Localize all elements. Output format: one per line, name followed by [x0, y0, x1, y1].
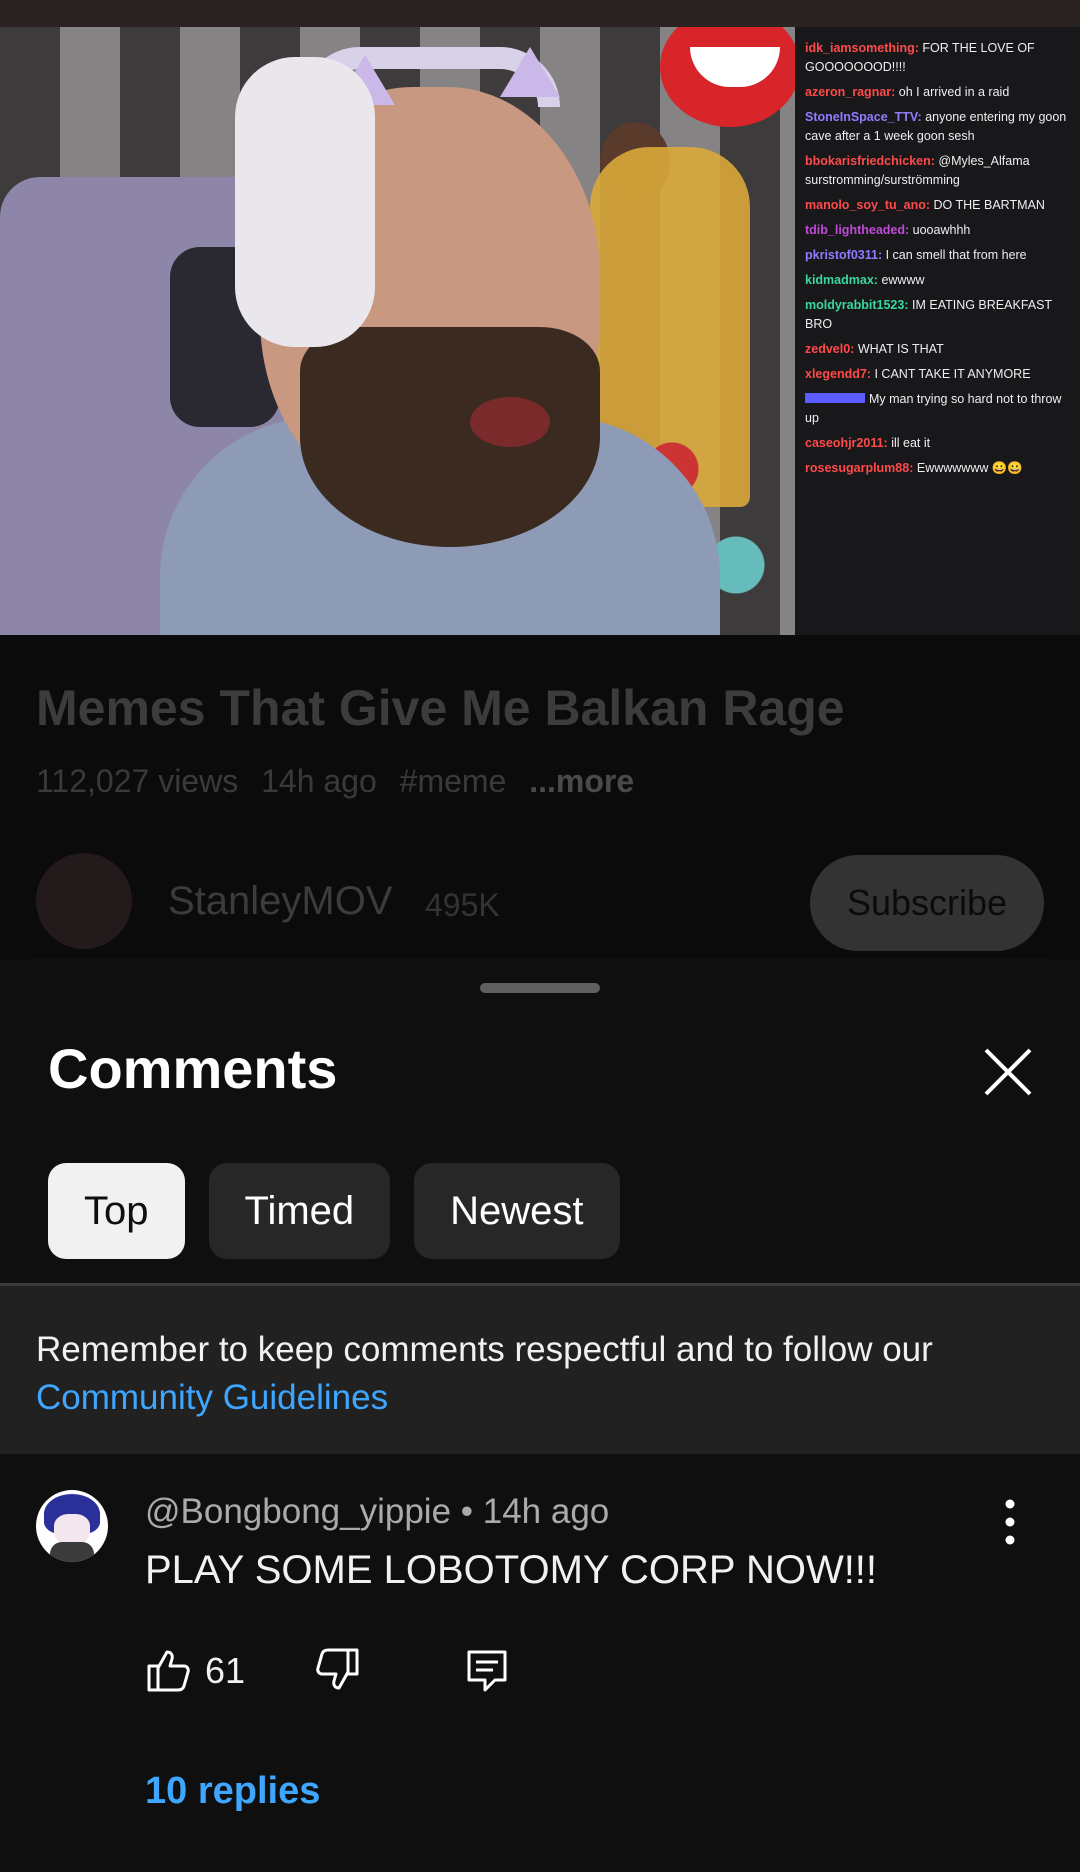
- close-icon: [984, 1048, 1032, 1096]
- chat-username: rosesugarplum88:: [805, 461, 914, 475]
- chat-text: ewwww: [881, 273, 925, 287]
- view-replies-button[interactable]: 10 replies: [145, 1770, 320, 1813]
- chat-message: My man trying so hard not to throw up: [805, 390, 1070, 428]
- filter-chip-timed[interactable]: Timed: [208, 1163, 391, 1259]
- chat-username: manolo_soy_tu_ano:: [805, 198, 931, 212]
- cat-ear-right: [500, 47, 560, 97]
- comment-actions: 61: [145, 1646, 545, 1698]
- channel-subscriber-count: 495K: [425, 887, 500, 923]
- dislike-button[interactable]: [313, 1646, 361, 1694]
- thumbs-up-icon: [147, 1650, 190, 1692]
- chat-message: caseohjr2011: ill eat it: [805, 434, 1070, 453]
- chat-username: bbokarisfriedchicken:: [805, 154, 935, 168]
- chat-username: tdib_lightheaded:: [805, 223, 910, 237]
- chat-username: kidmadmax:: [805, 273, 878, 287]
- comment-text: PLAY SOME LOBOTOMY CORP NOW!!!: [145, 1548, 878, 1592]
- video-title[interactable]: Memes That Give Me Balkan Rage: [36, 679, 845, 737]
- chat-text: I can smell that from here: [885, 248, 1027, 262]
- comment-filter-chips: Top Timed Newest: [48, 1163, 620, 1259]
- chat-username: moldyrabbit1523:: [805, 298, 909, 312]
- chat-message: zedvel0: WHAT IS THAT: [805, 340, 1070, 359]
- chat-message: manolo_soy_tu_ano: DO THE BARTMAN: [805, 196, 1070, 215]
- chat-message: kidmadmax: ewwww: [805, 271, 1070, 290]
- chat-message: StoneInSpace_TTV: anyone entering my goo…: [805, 108, 1070, 146]
- video-player[interactable]: idk_iamsomething: FOR THE LOVE OF GOOOOO…: [0, 27, 1080, 635]
- reply-button[interactable]: [463, 1646, 511, 1694]
- chat-username: pkristof0311:: [805, 248, 883, 262]
- chat-text: WHAT IS THAT: [857, 342, 944, 356]
- comment-icon: [467, 1650, 507, 1692]
- chat-message: rosesugarplum88: Ewwwwwww 😀😀: [805, 459, 1070, 478]
- chat-username: azeron_ragnar:: [805, 85, 896, 99]
- more-vert-icon: [1005, 1499, 1015, 1545]
- filter-chip-top[interactable]: Top: [48, 1163, 185, 1259]
- channel-avatar[interactable]: [36, 853, 132, 949]
- chat-message: xlegendd7: I CANT TAKE IT ANYMORE: [805, 365, 1070, 384]
- chat-message: moldyrabbit1523: IM EATING BREAKFAST BRO: [805, 296, 1070, 334]
- chat-text: I CANT TAKE IT ANYMORE: [874, 367, 1031, 381]
- more-link[interactable]: ...more: [529, 763, 634, 799]
- upload-age: 14h ago: [261, 763, 377, 799]
- chat-text: Ewwwwwww 😀😀: [916, 461, 1023, 475]
- chat-message: pkristof0311: I can smell that from here: [805, 246, 1070, 265]
- chat-username: StoneInSpace_TTV:: [805, 110, 922, 124]
- community-notice-text: Remember to keep comments respectful and…: [36, 1330, 933, 1369]
- chat-text: oh I arrived in a raid: [898, 85, 1010, 99]
- chat-username: caseohjr2011:: [805, 436, 888, 450]
- chat-username: xlegendd7:: [805, 367, 871, 381]
- chat-redacted-username: [805, 393, 865, 403]
- filter-chip-newest[interactable]: Newest: [414, 1163, 620, 1259]
- comment-meta: @Bongbong_yippie • 14h ago: [145, 1492, 609, 1532]
- stream-chat-overlay: idk_iamsomething: FOR THE LOVE OF GOOOOO…: [795, 27, 1080, 635]
- status-bar: [0, 0, 1080, 27]
- community-notice: Remember to keep comments respectful and…: [0, 1286, 1080, 1454]
- comment-menu-button[interactable]: [990, 1492, 1030, 1552]
- chat-text: ill eat it: [891, 436, 931, 450]
- meta-separator: •: [451, 1492, 483, 1531]
- chat-message: azeron_ragnar: oh I arrived in a raid: [805, 83, 1070, 102]
- close-button[interactable]: [976, 1040, 1040, 1104]
- video-meta[interactable]: 112,027 views 14h ago #meme ...more: [36, 763, 648, 800]
- like-button[interactable]: [145, 1646, 193, 1694]
- like-count: 61: [205, 1650, 246, 1691]
- chat-message: idk_iamsomething: FOR THE LOVE OF GOOOOO…: [805, 39, 1070, 77]
- thumbs-down-icon: [316, 1648, 359, 1690]
- chat-message: tdib_lightheaded: uooawhhh: [805, 221, 1070, 240]
- chat-text: DO THE BARTMAN: [933, 198, 1045, 212]
- commenter-avatar[interactable]: [36, 1490, 108, 1562]
- chat-message: bbokarisfriedchicken: @Myles_Alfama surs…: [805, 152, 1070, 190]
- comment-time: 14h ago: [482, 1492, 610, 1531]
- subscribe-button[interactable]: Subscribe: [810, 855, 1044, 951]
- community-guidelines-link[interactable]: Community Guidelines: [36, 1378, 388, 1417]
- comments-title: Comments: [48, 1037, 338, 1100]
- view-count: 112,027 views: [36, 763, 239, 799]
- comment-item: @Bongbong_yippie • 14h ago PLAY SOME LOB…: [0, 1454, 1080, 1872]
- channel-name[interactable]: StanleyMOV: [168, 879, 393, 924]
- chat-username: zedvel0:: [805, 342, 855, 356]
- video-info: Memes That Give Me Balkan Rage 112,027 v…: [0, 635, 1080, 960]
- comment-author[interactable]: @Bongbong_yippie: [145, 1492, 451, 1531]
- headset-earcup: [235, 57, 375, 347]
- drag-handle[interactable]: [480, 983, 600, 993]
- chat-text: uooawhhh: [912, 223, 971, 237]
- hashtag-link[interactable]: #meme: [400, 763, 507, 799]
- chat-username: idk_iamsomething:: [805, 41, 919, 55]
- comments-sheet: Comments Top Timed Newest Remember to ke…: [0, 958, 1080, 1872]
